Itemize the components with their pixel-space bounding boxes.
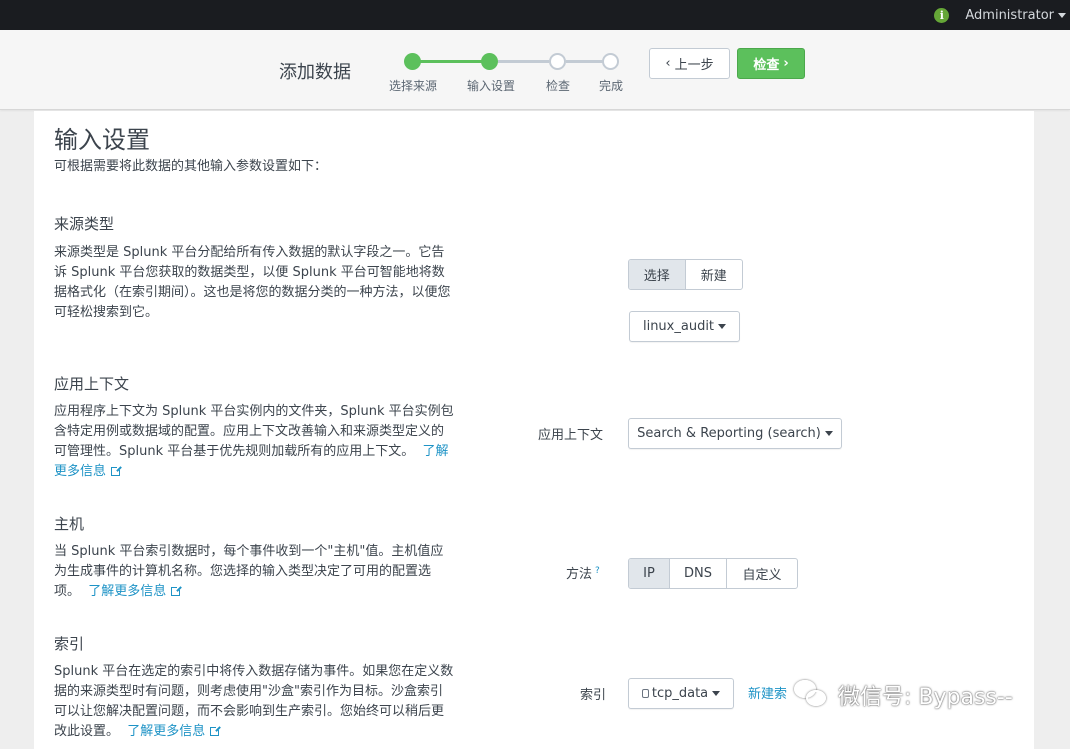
page-intro: 可根据需要将此数据的其他输入参数设置如下： — [54, 159, 328, 174]
sourcetype-select-tab[interactable]: 选择 — [629, 260, 686, 289]
app-context-desc-text: 应用程序上下文为 Splunk 平台实例内的文件夹，Splunk 平台实例包含特… — [54, 404, 454, 459]
step-label: 完成 — [598, 79, 624, 93]
external-link-icon — [210, 725, 222, 736]
step-dot-review — [549, 53, 566, 70]
app-context-value: Search & Reporting (search) — [637, 426, 821, 441]
index-label: 索引 — [580, 688, 607, 703]
wizard-title: 添加数据 — [279, 62, 351, 83]
sourcetype-dropdown[interactable]: linux_audit — [629, 311, 740, 342]
user-menu[interactable]: i Administrator — [934, 0, 1066, 30]
back-button-label: 上一步 — [674, 58, 714, 73]
section-desc-sourcetype: 来源类型是 Splunk 平台分配给所有传入数据的默认字段之一。它告诉 Splu… — [54, 245, 451, 320]
sourcetype-value: linux_audit — [642, 319, 715, 334]
host-method-toggle: IP DNS 自定义 — [628, 558, 798, 589]
review-button[interactable]: 检查 › — [737, 48, 805, 79]
sourcetype-new-tab[interactable]: 新建 — [686, 260, 743, 289]
external-link-icon — [171, 585, 183, 596]
step-dot-done — [602, 53, 619, 70]
sourcetype-mode-toggle: 选择 新建 — [628, 259, 743, 290]
chevron-right-icon: › — [783, 56, 789, 71]
section-desc-index: Splunk 平台在选定的索引中将传入数据存储为事件。如果您在定义数据的来源类型… — [54, 662, 454, 742]
wechat-logo-icon — [792, 676, 830, 714]
step-label: 检查 — [545, 79, 571, 93]
review-button-label: 检查 — [753, 58, 780, 73]
learn-more-link[interactable]: 了解更多信息 — [88, 584, 166, 599]
chevron-left-icon: ‹ — [665, 56, 671, 71]
section-desc-host: 当 Splunk 平台索引数据时，每个事件收到一个"主机"值。主机值应为生成事件… — [54, 542, 454, 602]
step-dot-select-source — [404, 53, 421, 70]
input-settings-panel: 输入设置 可根据需要将此数据的其他输入参数设置如下： 来源类型 来源类型是 Sp… — [34, 111, 1034, 749]
app-context-label: 应用上下文 — [538, 428, 604, 443]
host-method-label: 方法? — [566, 563, 600, 582]
caret-down-icon — [712, 691, 721, 696]
section-title-sourcetype: 来源类型 — [54, 215, 115, 233]
section-title-host: 主机 — [54, 515, 85, 533]
app-context-dropdown[interactable]: Search & Reporting (search) — [628, 418, 842, 449]
index-value: tcp_data — [651, 686, 709, 701]
help-icon[interactable]: ? — [595, 566, 600, 576]
step-label: 选择来源 — [388, 79, 438, 93]
section-title-index: 索引 — [54, 635, 85, 653]
section-title-app-context: 应用上下文 — [54, 375, 130, 393]
host-method-label-text: 方法 — [566, 567, 593, 582]
step-connector — [498, 60, 549, 63]
section-desc-app-context: 应用程序上下文为 Splunk 平台实例内的文件夹，Splunk 平台实例包含特… — [54, 402, 454, 482]
step-connector — [566, 60, 603, 63]
host-method-ip[interactable]: IP — [629, 559, 670, 588]
caret-down-icon — [1058, 12, 1066, 18]
host-method-custom[interactable]: 自定义 — [727, 559, 797, 588]
back-button[interactable]: ‹ 上一步 — [649, 48, 730, 79]
watermark: 微信号: Bypass-- — [792, 676, 1013, 714]
wizard-steps: 选择来源 输入设置 检查 完成 — [389, 52, 639, 102]
page-title: 输入设置 — [54, 126, 150, 154]
learn-more-link[interactable]: 了解更多信息 — [127, 724, 205, 739]
step-dot-input-settings — [481, 53, 498, 70]
user-name[interactable]: Administrator — [965, 8, 1054, 23]
external-link-icon — [111, 465, 123, 476]
top-bar: i Administrator — [0, 0, 1070, 30]
index-desc-text: Splunk 平台在选定的索引中将传入数据存储为事件。如果您在定义数据的来源类型… — [54, 664, 454, 739]
host-method-dns[interactable]: DNS — [670, 559, 727, 588]
step-connector — [413, 60, 489, 63]
info-icon[interactable]: i — [934, 7, 950, 23]
new-index-link[interactable]: 新建索 — [748, 683, 787, 702]
wizard-header: 添加数据 选择来源 输入设置 检查 完成 ‹ 上一步 检查 › — [0, 30, 1070, 110]
step-label: 输入设置 — [466, 79, 516, 93]
watermark-text: 微信号: Bypass-- — [838, 685, 1013, 710]
index-dropdown[interactable]: tcp_data — [628, 678, 734, 709]
database-icon — [641, 689, 649, 698]
caret-down-icon — [824, 431, 833, 436]
caret-down-icon — [718, 324, 727, 329]
